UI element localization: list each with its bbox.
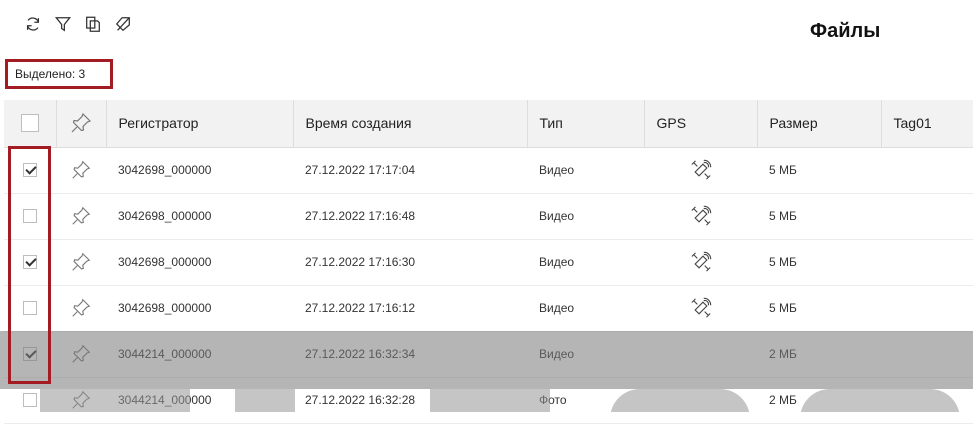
- cell-type: Видео: [527, 285, 644, 332]
- table-row[interactable]: 3042698_000000 27.12.2022 17:17:04 Видео…: [4, 147, 973, 194]
- row-pin-cell[interactable]: [56, 239, 106, 286]
- table-header: Регистратор Время создания Тип GPS Разме…: [4, 100, 973, 148]
- row-select-cell[interactable]: [4, 377, 56, 424]
- column-header-gps[interactable]: GPS: [644, 100, 758, 148]
- header-pin: [56, 100, 107, 148]
- cell-tag01: [881, 239, 973, 286]
- cell-size: 2 МБ: [757, 377, 881, 424]
- select-all-checkbox[interactable]: [20, 114, 39, 133]
- column-header-size[interactable]: Размер: [757, 100, 882, 148]
- cell-tag01: [881, 147, 973, 194]
- row-select-cell[interactable]: [4, 193, 56, 240]
- pin-icon[interactable]: [70, 252, 92, 271]
- row-pin-cell[interactable]: [56, 331, 106, 378]
- row-checkbox[interactable]: [23, 255, 37, 270]
- pin-icon[interactable]: [70, 344, 92, 363]
- table-row[interactable]: 3042698_000000 27.12.2022 17:16:12 Видео…: [4, 285, 973, 332]
- cell-size: 5 МБ: [757, 285, 881, 332]
- cell-created: 27.12.2022 16:32:28: [293, 377, 527, 424]
- cell-recorder: 3042698_000000: [106, 147, 293, 194]
- cell-tag01: [881, 285, 973, 332]
- tag-off-icon: [115, 17, 130, 32]
- clear-tags-button[interactable]: [112, 13, 134, 35]
- refresh-icon: [26, 17, 40, 31]
- cell-tag01: [881, 193, 973, 240]
- cell-type: Видео: [527, 147, 644, 194]
- cell-size: 2 МБ: [757, 331, 881, 378]
- cell-type: Видео: [527, 239, 644, 286]
- column-header-recorder[interactable]: Регистратор: [106, 100, 294, 148]
- satellite-icon[interactable]: [690, 297, 712, 318]
- selection-count: Выделено: 3: [5, 59, 113, 89]
- files-table: Регистратор Время создания Тип GPS Разме…: [4, 100, 973, 424]
- row-select-cell[interactable]: [4, 239, 56, 286]
- cell-created: 27.12.2022 17:16:48: [293, 193, 527, 240]
- row-select-cell[interactable]: [4, 285, 56, 332]
- row-pin-cell[interactable]: [56, 377, 106, 424]
- cell-created: 27.12.2022 17:16:30: [293, 239, 527, 286]
- cell-gps: [644, 331, 757, 378]
- cell-recorder: 3042698_000000: [106, 285, 293, 332]
- table-row[interactable]: 3044214_000000 27.12.2022 16:32:34 Видео…: [4, 331, 973, 378]
- table-row[interactable]: 3042698_000000 27.12.2022 17:16:48 Видео…: [4, 193, 973, 240]
- cell-created: 27.12.2022 16:32:34: [293, 331, 527, 378]
- cell-size: 5 МБ: [757, 193, 881, 240]
- satellite-icon[interactable]: [690, 205, 712, 226]
- cell-tag01: [881, 377, 973, 424]
- row-pin-cell[interactable]: [56, 193, 106, 240]
- cell-recorder: 3042698_000000: [106, 193, 293, 240]
- copy-icon: [86, 16, 100, 32]
- column-header-type[interactable]: Тип: [527, 100, 645, 148]
- cell-created: 27.12.2022 17:17:04: [293, 147, 527, 194]
- cell-size: 5 МБ: [757, 147, 881, 194]
- satellite-icon[interactable]: [690, 251, 712, 272]
- row-select-cell[interactable]: [4, 147, 56, 194]
- row-checkbox[interactable]: [23, 209, 37, 224]
- cell-gps: [644, 285, 757, 332]
- cell-gps: [644, 147, 757, 194]
- cell-gps: [644, 377, 757, 424]
- row-checkbox[interactable]: [23, 301, 37, 316]
- selection-count-label: Выделено: 3: [15, 67, 86, 81]
- page-title: Файлы: [810, 20, 881, 42]
- filter-button[interactable]: [52, 13, 74, 35]
- pin-icon[interactable]: [70, 206, 92, 225]
- row-select-cell[interactable]: [4, 331, 56, 378]
- pin-icon: [69, 113, 93, 133]
- row-checkbox[interactable]: [23, 393, 37, 408]
- column-header-created[interactable]: Время создания: [293, 100, 528, 148]
- cell-gps: [644, 193, 757, 240]
- cell-recorder: 3044214_000000: [106, 377, 293, 424]
- filter-icon: [54, 17, 72, 32]
- row-pin-cell[interactable]: [56, 285, 106, 332]
- column-header-tag01[interactable]: Tag01: [881, 100, 973, 148]
- toolbar: [22, 12, 134, 36]
- cell-type: Фото: [527, 377, 644, 424]
- header-select-all[interactable]: [4, 100, 57, 148]
- table-row[interactable]: 3044214_000000 27.12.2022 16:32:28 Фото …: [4, 377, 973, 424]
- cell-created: 27.12.2022 17:16:12: [293, 285, 527, 332]
- cell-type: Видео: [527, 193, 644, 240]
- pin-icon[interactable]: [70, 390, 92, 409]
- table-row[interactable]: 3042698_000000 27.12.2022 17:16:30 Видео…: [4, 239, 973, 286]
- pin-icon[interactable]: [70, 298, 92, 317]
- cell-type: Видео: [527, 331, 644, 378]
- cell-recorder: 3044214_000000: [106, 331, 293, 378]
- copy-button[interactable]: [82, 13, 104, 35]
- row-checkbox[interactable]: [23, 347, 37, 362]
- refresh-button[interactable]: [22, 13, 44, 35]
- satellite-icon[interactable]: [690, 159, 712, 180]
- cell-tag01: [881, 331, 973, 378]
- pin-icon[interactable]: [70, 160, 92, 179]
- row-checkbox[interactable]: [23, 163, 37, 178]
- row-pin-cell[interactable]: [56, 147, 106, 194]
- cell-recorder: 3042698_000000: [106, 239, 293, 286]
- cell-size: 5 МБ: [757, 239, 881, 286]
- cell-gps: [644, 239, 757, 286]
